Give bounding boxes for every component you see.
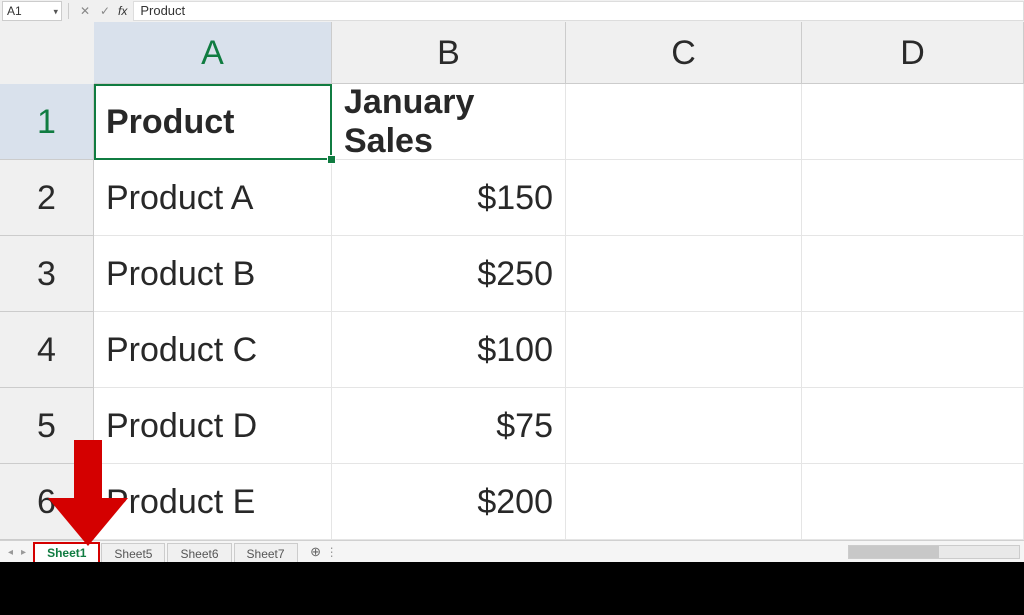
- spreadsheet-grid: A B C D 1 2 3 4 5 6 Product January Sale…: [0, 22, 1024, 540]
- cell-C5[interactable]: [566, 388, 802, 464]
- sheet-tab-bar: ◂ ▸ Sheet1 Sheet5 Sheet6 Sheet7 ⊕ ⋮: [0, 540, 1024, 563]
- cell-C4[interactable]: [566, 312, 802, 388]
- fill-handle[interactable]: [327, 155, 336, 164]
- sheet-tab-sheet5[interactable]: Sheet5: [101, 543, 165, 563]
- cells: Product January Sales Product A $150 Pro…: [94, 84, 1024, 540]
- row-header-4[interactable]: 4: [0, 312, 94, 388]
- column-header-D[interactable]: D: [802, 22, 1024, 84]
- row-headers: 1 2 3 4 5 6: [0, 84, 94, 540]
- formula-input[interactable]: Product: [133, 1, 1024, 21]
- fx-button[interactable]: fx: [118, 4, 127, 18]
- enter-icon[interactable]: ✓: [98, 4, 112, 18]
- tab-bar-divider-icon: ⋮: [326, 545, 338, 559]
- cell-C6[interactable]: [566, 464, 802, 540]
- cell-B5[interactable]: $75: [332, 388, 566, 464]
- chevron-down-icon[interactable]: ▾: [53, 7, 58, 18]
- cell-D6[interactable]: [802, 464, 1024, 540]
- scrollbar-thumb[interactable]: [849, 546, 939, 558]
- row-header-2[interactable]: 2: [0, 160, 94, 236]
- cell-B6[interactable]: $200: [332, 464, 566, 540]
- select-all-corner[interactable]: [0, 22, 95, 85]
- cell-B2[interactable]: $150: [332, 160, 566, 236]
- cancel-icon[interactable]: ✕: [78, 4, 92, 18]
- cell-D2[interactable]: [802, 160, 1024, 236]
- name-box[interactable]: A1 ▾: [2, 1, 62, 21]
- cell-D3[interactable]: [802, 236, 1024, 312]
- cell-A4[interactable]: Product C: [94, 312, 332, 388]
- letterbox: [0, 562, 1024, 615]
- cell-C3[interactable]: [566, 236, 802, 312]
- tab-nav-prev-icon[interactable]: ◂: [8, 547, 13, 558]
- sheet-tab-sheet7[interactable]: Sheet7: [234, 543, 298, 563]
- cell-B3[interactable]: $250: [332, 236, 566, 312]
- sheet-tab-sheet6[interactable]: Sheet6: [167, 543, 231, 563]
- column-headers: A B C D: [94, 22, 1024, 84]
- cell-D5[interactable]: [802, 388, 1024, 464]
- row-header-1[interactable]: 1: [0, 84, 94, 160]
- name-box-value: A1: [7, 4, 22, 18]
- sheet-tabs: Sheet1 Sheet5 Sheet6 Sheet7: [34, 541, 300, 563]
- cell-C2[interactable]: [566, 160, 802, 236]
- cell-A1[interactable]: Product: [94, 84, 332, 160]
- cell-A3[interactable]: Product B: [94, 236, 332, 312]
- tab-nav-arrows: ◂ ▸: [0, 547, 34, 558]
- row-header-6[interactable]: 6: [0, 464, 94, 540]
- cell-C1[interactable]: [566, 84, 802, 160]
- column-header-B[interactable]: B: [332, 22, 566, 84]
- cell-B1[interactable]: January Sales: [332, 84, 566, 160]
- cell-A2[interactable]: Product A: [94, 160, 332, 236]
- horizontal-scrollbar[interactable]: [848, 545, 1020, 559]
- cell-A6[interactable]: Product E: [94, 464, 332, 540]
- cell-A5[interactable]: Product D: [94, 388, 332, 464]
- row-header-3[interactable]: 3: [0, 236, 94, 312]
- separator: [68, 3, 69, 19]
- column-header-C[interactable]: C: [566, 22, 802, 84]
- add-sheet-button[interactable]: ⊕: [306, 542, 326, 562]
- column-header-A[interactable]: A: [94, 22, 332, 84]
- cell-B4[interactable]: $100: [332, 312, 566, 388]
- row-header-5[interactable]: 5: [0, 388, 94, 464]
- formula-bar: A1 ▾ ✕ ✓ fx Product: [0, 0, 1024, 23]
- sheet-tab-sheet1[interactable]: Sheet1: [34, 543, 99, 563]
- cell-D1[interactable]: [802, 84, 1024, 160]
- tab-nav-next-icon[interactable]: ▸: [21, 547, 26, 558]
- cell-D4[interactable]: [802, 312, 1024, 388]
